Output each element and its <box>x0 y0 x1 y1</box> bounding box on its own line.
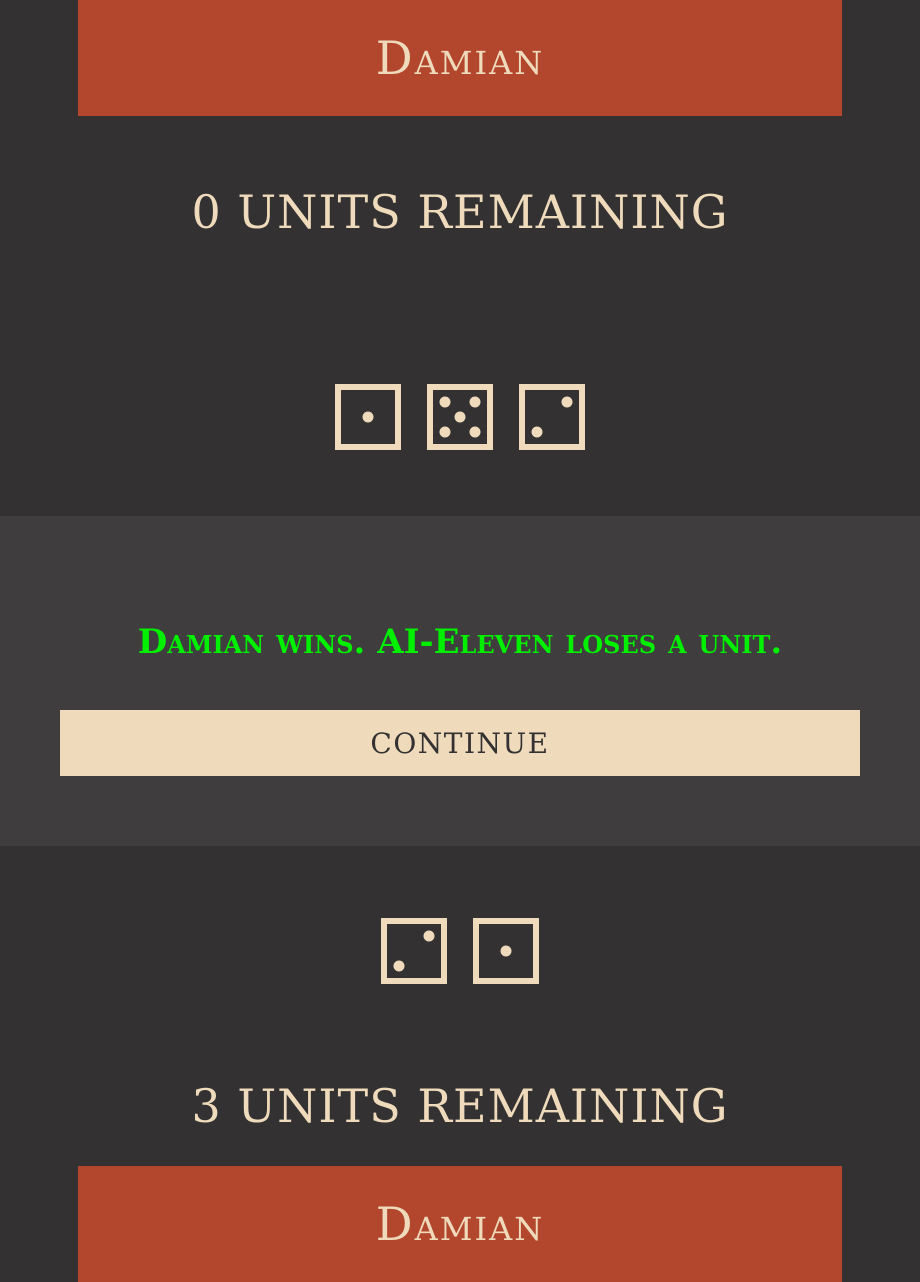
die-pip <box>561 396 573 408</box>
die-2-icon <box>519 384 585 450</box>
opponent-units-remaining: 0 UNITS REMAINING <box>191 185 729 239</box>
die-5-icon <box>427 384 493 450</box>
die-pip <box>423 930 435 942</box>
die-pip <box>393 960 405 972</box>
opponent-dice <box>0 384 920 450</box>
result-message: Damian wins. AI-Eleven loses a unit. <box>137 622 783 662</box>
game-board: Damian 0 UNITS REMAINING Damian wins. AI… <box>0 0 920 1282</box>
die-pip <box>469 426 481 438</box>
die-2-icon <box>381 918 447 984</box>
opponent-name-banner: Damian <box>78 0 842 116</box>
die-pip <box>469 396 481 408</box>
die-pip <box>362 411 374 423</box>
die-pip <box>500 945 512 957</box>
die-1-icon <box>473 918 539 984</box>
player-name-banner: Damian <box>78 1166 842 1282</box>
die-1-icon <box>335 384 401 450</box>
die-pip <box>454 411 466 423</box>
die-pip <box>439 426 451 438</box>
opponent-name: Damian <box>375 31 545 85</box>
player-units-remaining: 3 UNITS REMAINING <box>191 1079 729 1133</box>
continue-button[interactable]: CONTINUE <box>60 710 860 776</box>
result-panel: Damian wins. AI-Eleven loses a unit. CON… <box>0 516 920 846</box>
die-pip <box>439 396 451 408</box>
player-name: Damian <box>375 1197 545 1251</box>
player-dice <box>0 918 920 984</box>
die-pip <box>531 426 543 438</box>
